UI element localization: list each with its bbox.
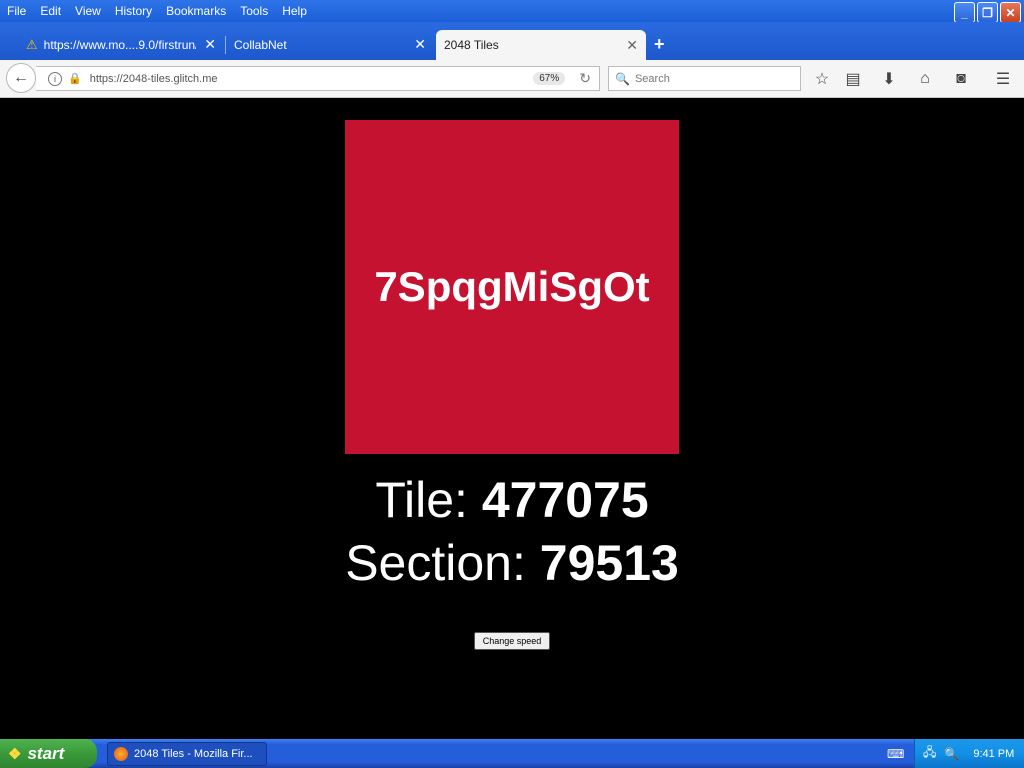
new-tab-icon[interactable]: + — [654, 34, 665, 55]
tab-2048-tiles[interactable]: 2048 Tiles ✕ — [436, 30, 646, 60]
task-label: 2048 Tiles - Mozilla Fir... — [134, 748, 253, 760]
search-icon: 🔍 — [615, 71, 630, 86]
firefox-icon — [114, 747, 128, 761]
minimize-button[interactable]: _ — [954, 2, 975, 23]
download-icon[interactable]: ⬇ — [878, 68, 900, 90]
tile-stat: Tile: 477075 — [0, 471, 1024, 529]
restore-button[interactable]: ❐ — [977, 2, 998, 23]
taskbar: ❖ start 2048 Tiles - Mozilla Fir... ⌨ 🖧 … — [0, 739, 1024, 768]
system-tray: 🖧 🔍 9:41 PM — [914, 739, 1024, 768]
tab-label: CollabNet — [234, 37, 287, 52]
close-tab-icon[interactable]: ✕ — [626, 37, 638, 54]
back-button[interactable]: ← — [6, 63, 36, 93]
windows-logo-icon: ❖ — [8, 745, 22, 763]
menu-view[interactable]: View — [68, 0, 108, 22]
search-input[interactable]: 🔍 Search — [608, 66, 801, 91]
section-label: Section: — [345, 535, 526, 591]
tab-label: 2048 Tiles — [444, 38, 499, 52]
tile-code: 7SpqgMiSgOt — [374, 263, 650, 310]
library-icon[interactable]: ▤ — [842, 68, 864, 90]
reload-icon[interactable]: ↻ — [579, 70, 591, 87]
change-speed-button[interactable]: Change speed — [474, 632, 550, 650]
info-icon[interactable]: i — [48, 71, 62, 86]
color-tile: 7SpqgMiSgOt — [345, 120, 679, 454]
menu-history[interactable]: History — [108, 0, 159, 22]
section-value: 79513 — [539, 535, 679, 591]
search-placeholder: Search — [634, 72, 670, 85]
taskbar-firefox-button[interactable]: 2048 Tiles - Mozilla Fir... — [107, 742, 267, 766]
menu-bar: File Edit View History Bookmarks Tools H… — [0, 0, 1024, 23]
menu-help[interactable]: Help — [275, 0, 314, 22]
network-icon[interactable]: 🖧 — [923, 743, 936, 764]
bookmark-star-icon[interactable]: ☆ — [811, 68, 833, 90]
close-window-button[interactable]: ✕ — [1000, 2, 1021, 23]
zoom-level[interactable]: 67% — [533, 72, 566, 85]
menu-edit[interactable]: Edit — [33, 0, 68, 22]
clock[interactable]: 9:41 PM — [973, 748, 1014, 760]
menu-bookmarks[interactable]: Bookmarks — [159, 0, 233, 22]
url-bar[interactable]: i 🔒 https://2048-tiles.glitch.me 67% ↻ — [36, 66, 600, 91]
tile-value: 477075 — [481, 472, 649, 528]
nav-toolbar: i 🔒 https://2048-tiles.glitch.me 67% ↻ ←… — [0, 60, 1024, 98]
tab-label: https://www.mo....9.0/firstrun/ — [43, 37, 197, 52]
tab-collabnet[interactable]: CollabNet ✕ — [226, 31, 434, 58]
hamburger-menu-icon[interactable]: ☰ — [992, 68, 1014, 90]
keyboard-icon[interactable]: ⌨ — [887, 747, 904, 761]
url-text[interactable]: https://2048-tiles.glitch.me — [90, 73, 534, 85]
search-tray-icon[interactable]: 🔍 — [944, 747, 959, 761]
warning-icon: ⚠ — [26, 36, 38, 52]
close-tab-icon[interactable]: ✕ — [414, 36, 426, 53]
close-tab-icon[interactable]: ✕ — [204, 36, 216, 53]
menu-file[interactable]: File — [0, 0, 33, 22]
start-button[interactable]: ❖ start — [0, 739, 97, 768]
home-icon[interactable]: ⌂ — [914, 68, 936, 90]
tab-firstrun[interactable]: ⚠ https://www.mo....9.0/firstrun/ ✕ — [18, 31, 224, 58]
lock-icon[interactable]: 🔒 — [68, 72, 82, 85]
tile-label: Tile: — [375, 472, 468, 528]
start-label: start — [27, 743, 65, 763]
section-stat: Section: 79513 — [0, 534, 1024, 592]
window-controls: _ ❐ ✕ — [954, 2, 1021, 23]
tab-strip: ⚠ https://www.mo....9.0/firstrun/ ✕ Coll… — [0, 22, 1024, 60]
pocket-icon[interactable]: ◙ — [950, 68, 972, 90]
menu-tools[interactable]: Tools — [233, 0, 275, 22]
page-content: 7SpqgMiSgOt Tile: 477075 Section: 79513 … — [0, 99, 1024, 739]
